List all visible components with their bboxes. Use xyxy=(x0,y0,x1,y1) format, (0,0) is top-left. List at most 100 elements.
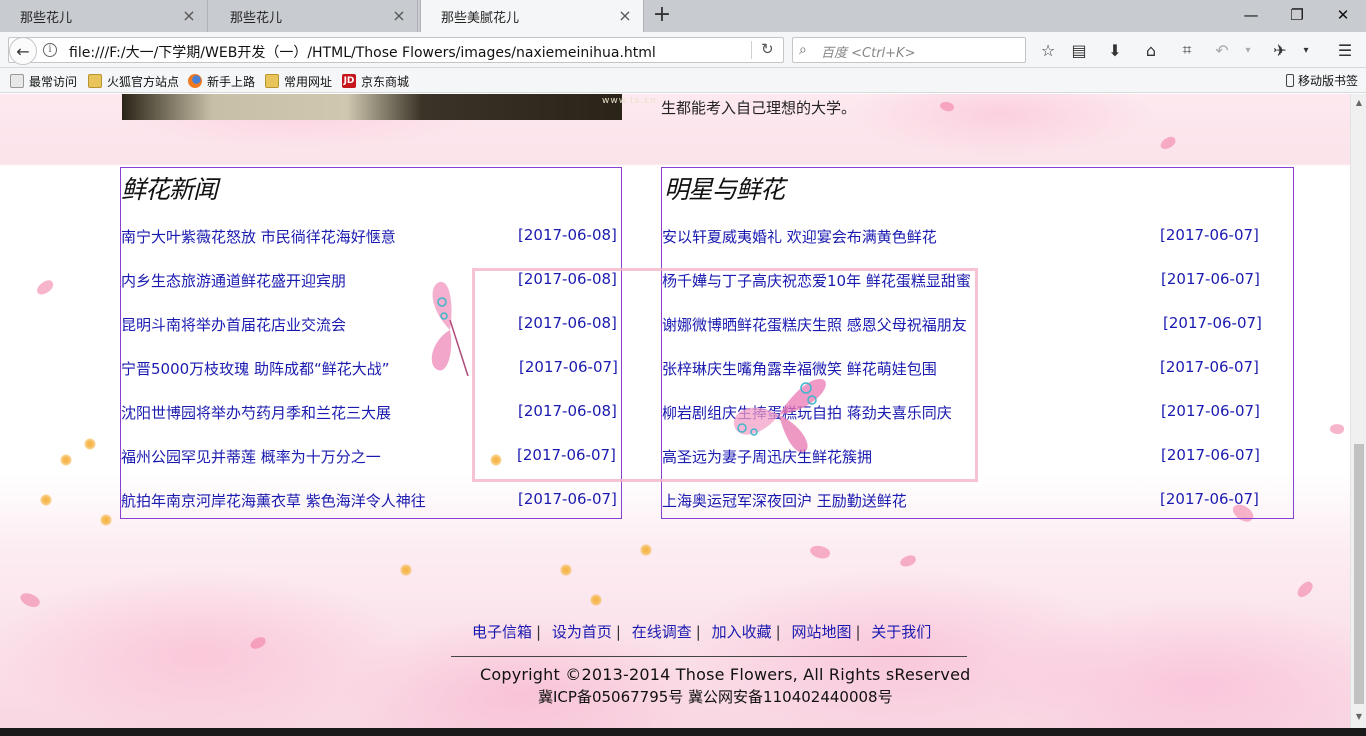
flower-decoration xyxy=(400,564,412,576)
extension-icon[interactable]: ✈ xyxy=(1268,38,1292,62)
bookmark-label: 京东商城 xyxy=(361,74,410,89)
chevron-down-icon[interactable]: ▾ xyxy=(1294,38,1318,62)
tab-3-active[interactable]: 那些美腻花儿 × xyxy=(420,0,644,32)
footer-link-email[interactable]: 电子信箱 xyxy=(472,623,532,641)
copyright-text: Copyright ©2013-2014 Those Flowers, All … xyxy=(480,665,971,684)
flower-decoration xyxy=(60,454,72,466)
petal-decoration xyxy=(938,99,956,114)
url-bar[interactable]: ← i file:///F:/大一/下学期/WEB开发（一）/HTML/Thos… xyxy=(8,37,784,65)
undo-icon[interactable]: ↶ xyxy=(1210,38,1234,62)
petal-decoration xyxy=(18,589,42,611)
new-tab-button[interactable]: + xyxy=(650,4,674,28)
news-date: [2017-06-07] xyxy=(518,490,617,508)
info-icon[interactable]: i xyxy=(43,43,57,57)
download-icon[interactable]: ⬇ xyxy=(1103,38,1127,62)
flower-decoration xyxy=(84,438,96,450)
reading-list-icon[interactable]: ▤ xyxy=(1067,38,1091,62)
petal-decoration xyxy=(898,554,918,568)
search-input[interactable]: ⌕ 百度 <Ctrl+K> xyxy=(792,37,1026,63)
bookmark-most-visited[interactable]: 最常访问 xyxy=(10,72,77,90)
footer-link-survey[interactable]: 在线调查 xyxy=(632,623,692,641)
list-item[interactable]: 安以轩夏威夷婚礼 欢迎宴会布满黄色鲜花 [2017-06-07] xyxy=(662,226,1293,248)
butterfly-icon xyxy=(431,281,469,377)
gear-icon xyxy=(10,74,24,88)
news-link[interactable]: 昆明斗南将举办首届花店业交流会 xyxy=(121,314,346,335)
footer-link-add-favorite[interactable]: 加入收藏 xyxy=(712,623,772,641)
bookmark-label: 常用网址 xyxy=(284,74,333,89)
news-link[interactable]: 航拍年南京河岸花海薰衣草 紫色海洋令人神往 xyxy=(121,490,426,511)
back-arrow-icon[interactable]: ← xyxy=(9,37,37,65)
bookmark-firefox-site[interactable]: 火狐官方站点 xyxy=(88,72,179,90)
footer-nav: 电子信箱 | 设为首页 | 在线调查 | 加入收藏 | 网站地图 | 关于我们 xyxy=(472,623,932,641)
minimize-button[interactable]: — xyxy=(1228,0,1274,30)
footer-link-set-homepage[interactable]: 设为首页 xyxy=(552,623,612,641)
scroll-up-icon[interactable]: ▲ xyxy=(1354,98,1364,108)
phone-icon xyxy=(1285,74,1294,87)
bookmark-label: 最常访问 xyxy=(29,74,78,89)
bookmarks-bar: 最常访问 火狐官方站点 新手上路 常用网址 JD 京东商城 移动版书签 xyxy=(0,68,1366,93)
news-date: [2017-06-07] xyxy=(1163,314,1262,332)
petal-decoration xyxy=(1329,422,1345,436)
chevron-down-icon[interactable]: ▾ xyxy=(1236,38,1260,62)
footer-link-sitemap[interactable]: 网站地图 xyxy=(791,623,851,641)
news-date: [2017-06-07] xyxy=(1161,446,1260,464)
tab-label: 那些花儿 xyxy=(20,10,73,26)
intro-text-tail: 生都能考入自己理想的大学。 xyxy=(661,99,857,117)
news-link[interactable]: 宁晋5000万枝玫瑰 助阵成都“鲜花大战” xyxy=(121,358,390,379)
scrollbar-thumb[interactable] xyxy=(1354,444,1364,704)
news-date: [2017-06-08] xyxy=(518,226,617,244)
news-link[interactable]: 福州公园罕见并蒂莲 概率为十万分之一 xyxy=(121,446,381,467)
news-link[interactable]: 内乡生态旅游通道鲜花盛开迎宾朋 xyxy=(121,270,346,291)
bookmark-jd[interactable]: JD 京东商城 xyxy=(342,72,409,90)
icp-license-text: 冀ICP备05067795号 冀公网安备110402440008号 xyxy=(538,688,893,706)
tab-2[interactable]: 那些花儿 × xyxy=(210,0,418,32)
menu-icon[interactable]: ☰ xyxy=(1333,38,1357,62)
mobile-bookmarks-label: 移动版书签 xyxy=(1297,74,1358,88)
jd-icon: JD xyxy=(342,74,356,88)
close-icon[interactable]: × xyxy=(617,8,633,24)
news-photo: www.ts.cn xyxy=(122,94,656,120)
list-item[interactable]: 航拍年南京河岸花海薰衣草 紫色海洋令人神往 [2017-06-07] xyxy=(121,490,621,512)
star-icon[interactable]: ☆ xyxy=(1036,38,1060,62)
news-link[interactable]: 南宁大叶紫薇花怒放 市民徜徉花海好惬意 xyxy=(121,226,396,247)
news-date: [2017-06-07] xyxy=(1160,358,1259,376)
news-date: [2017-06-07] xyxy=(1160,226,1259,244)
news-date: [2017-06-07] xyxy=(1161,402,1260,420)
flower-decoration xyxy=(590,594,602,606)
os-taskbar xyxy=(0,728,1366,736)
screenshot-icon[interactable]: ⌗ xyxy=(1175,38,1199,62)
page-viewport: www.ts.cn 生都能考入自己理想的大学。 鲜花新闻 南宁大叶紫薇花怒放 市… xyxy=(0,94,1350,728)
scroll-down-icon[interactable]: ▼ xyxy=(1354,712,1364,722)
restore-button[interactable]: ❐ xyxy=(1274,0,1320,30)
petal-decoration xyxy=(248,635,268,651)
footer-divider xyxy=(451,656,967,657)
list-item[interactable]: 南宁大叶紫薇花怒放 市民徜徉花海好惬意 [2017-06-08] xyxy=(121,226,621,248)
reload-icon[interactable]: ↻ xyxy=(761,40,774,58)
close-icon[interactable]: × xyxy=(391,8,407,24)
flower-decoration xyxy=(560,564,572,576)
tab-label: 那些美腻花儿 xyxy=(441,10,520,26)
close-window-button[interactable]: ✕ xyxy=(1320,0,1366,30)
news-link[interactable]: 安以轩夏威夷婚礼 欢迎宴会布满黄色鲜花 xyxy=(662,226,937,247)
flower-decoration xyxy=(40,494,52,506)
divider xyxy=(751,41,752,59)
url-text[interactable]: file:///F:/大一/下学期/WEB开发（一）/HTML/Those Fl… xyxy=(69,42,656,62)
petal-decoration xyxy=(34,278,56,297)
bookmark-common-sites[interactable]: 常用网址 xyxy=(265,72,332,90)
search-icon: ⌕ xyxy=(799,42,807,58)
petal-decoration xyxy=(808,542,832,562)
navigation-toolbar: ← i file:///F:/大一/下学期/WEB开发（一）/HTML/Thos… xyxy=(0,32,1366,68)
bookmark-getting-started[interactable]: 新手上路 xyxy=(188,72,255,90)
footer-link-about-us[interactable]: 关于我们 xyxy=(871,623,931,641)
vertical-scrollbar[interactable]: ▲ ▼ xyxy=(1350,94,1366,728)
close-icon[interactable]: × xyxy=(181,8,197,24)
news-date: [2017-06-07] xyxy=(1160,490,1259,508)
firefox-icon xyxy=(188,74,202,88)
mobile-bookmarks[interactable]: 移动版书签 xyxy=(1285,72,1358,89)
list-item[interactable]: 上海奥运冠军深夜回沪 王励勤送鲜花 [2017-06-07] xyxy=(662,490,1293,512)
news-link[interactable]: 沈阳世博园将举办芍药月季和兰花三大展 xyxy=(121,402,391,423)
home-icon[interactable]: ⌂ xyxy=(1139,38,1163,62)
tab-bar: 那些花儿 × 那些花儿 × 那些美腻花儿 × + — ❐ ✕ xyxy=(0,0,1366,32)
tab-1[interactable]: 那些花儿 × xyxy=(0,0,208,32)
news-link[interactable]: 上海奥运冠军深夜回沪 王励勤送鲜花 xyxy=(662,490,907,511)
